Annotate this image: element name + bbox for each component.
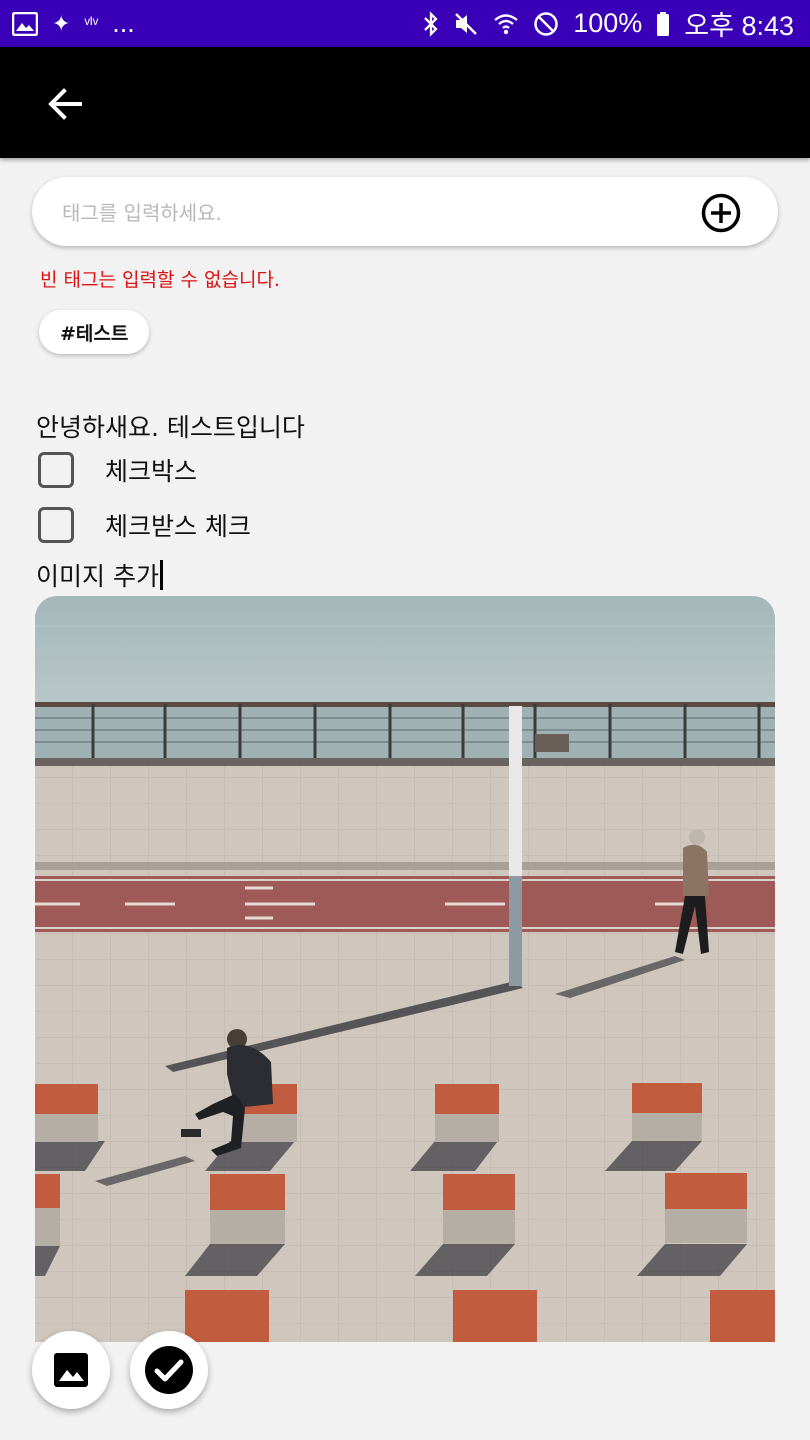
app-bar (0, 47, 810, 158)
editor-last-line-text: 이미지 추가 (36, 562, 159, 591)
tag-chip[interactable]: #테스트 (39, 310, 150, 354)
mute-icon (455, 12, 478, 35)
image-icon (12, 11, 38, 36)
checkbox-item[interactable]: 체크받스 체크 (38, 507, 251, 543)
arrow-back-icon[interactable] (44, 83, 86, 125)
text-cursor (159, 560, 163, 590)
inserted-image[interactable] (35, 596, 775, 1342)
tag-input[interactable] (60, 177, 684, 248)
status-bar: ✦ ᵛᴵᵛ ... 100% 오후 8:43 (0, 0, 810, 47)
image-icon (54, 1353, 88, 1387)
voicemail-icon: ᵛᴵᵛ (84, 14, 99, 33)
status-bar-left: ✦ ᵛᴵᵛ ... (12, 8, 135, 39)
clock: 오후 8:43 (684, 11, 794, 41)
sparkle-icon: ✦ (52, 10, 71, 36)
battery-icon (657, 11, 670, 36)
tag-chip-label: #테스트 (60, 322, 129, 345)
editor-last-line[interactable]: 이미지 추가 (36, 557, 163, 593)
photo-riverside-promenade (35, 596, 775, 1342)
checkbox-label: 체크박스 (105, 457, 198, 486)
add-circle-icon[interactable] (700, 192, 742, 234)
editor-text-line[interactable]: 안녕하새요. 테스트입니다 (36, 408, 305, 444)
checkbox-item[interactable]: 체크박스 (38, 452, 197, 488)
bluetooth-icon (424, 10, 438, 37)
check-circle-icon (145, 1346, 193, 1394)
do-not-disturb-icon (534, 11, 558, 36)
overflow-indicator: ... (112, 8, 135, 38)
checkbox[interactable] (38, 507, 74, 543)
battery-percent: 100% (573, 8, 643, 38)
checkbox-label: 체크받스 체크 (105, 512, 251, 541)
checkbox[interactable] (38, 452, 74, 488)
tag-error-message: 빈 태그는 입력할 수 없습니다. (40, 269, 280, 291)
confirm-button[interactable] (130, 1331, 208, 1409)
wifi-icon (494, 13, 518, 34)
status-bar-right: 100% 오후 8:43 (423, 4, 794, 43)
tag-input-container (32, 177, 778, 248)
add-image-button[interactable] (32, 1331, 110, 1409)
